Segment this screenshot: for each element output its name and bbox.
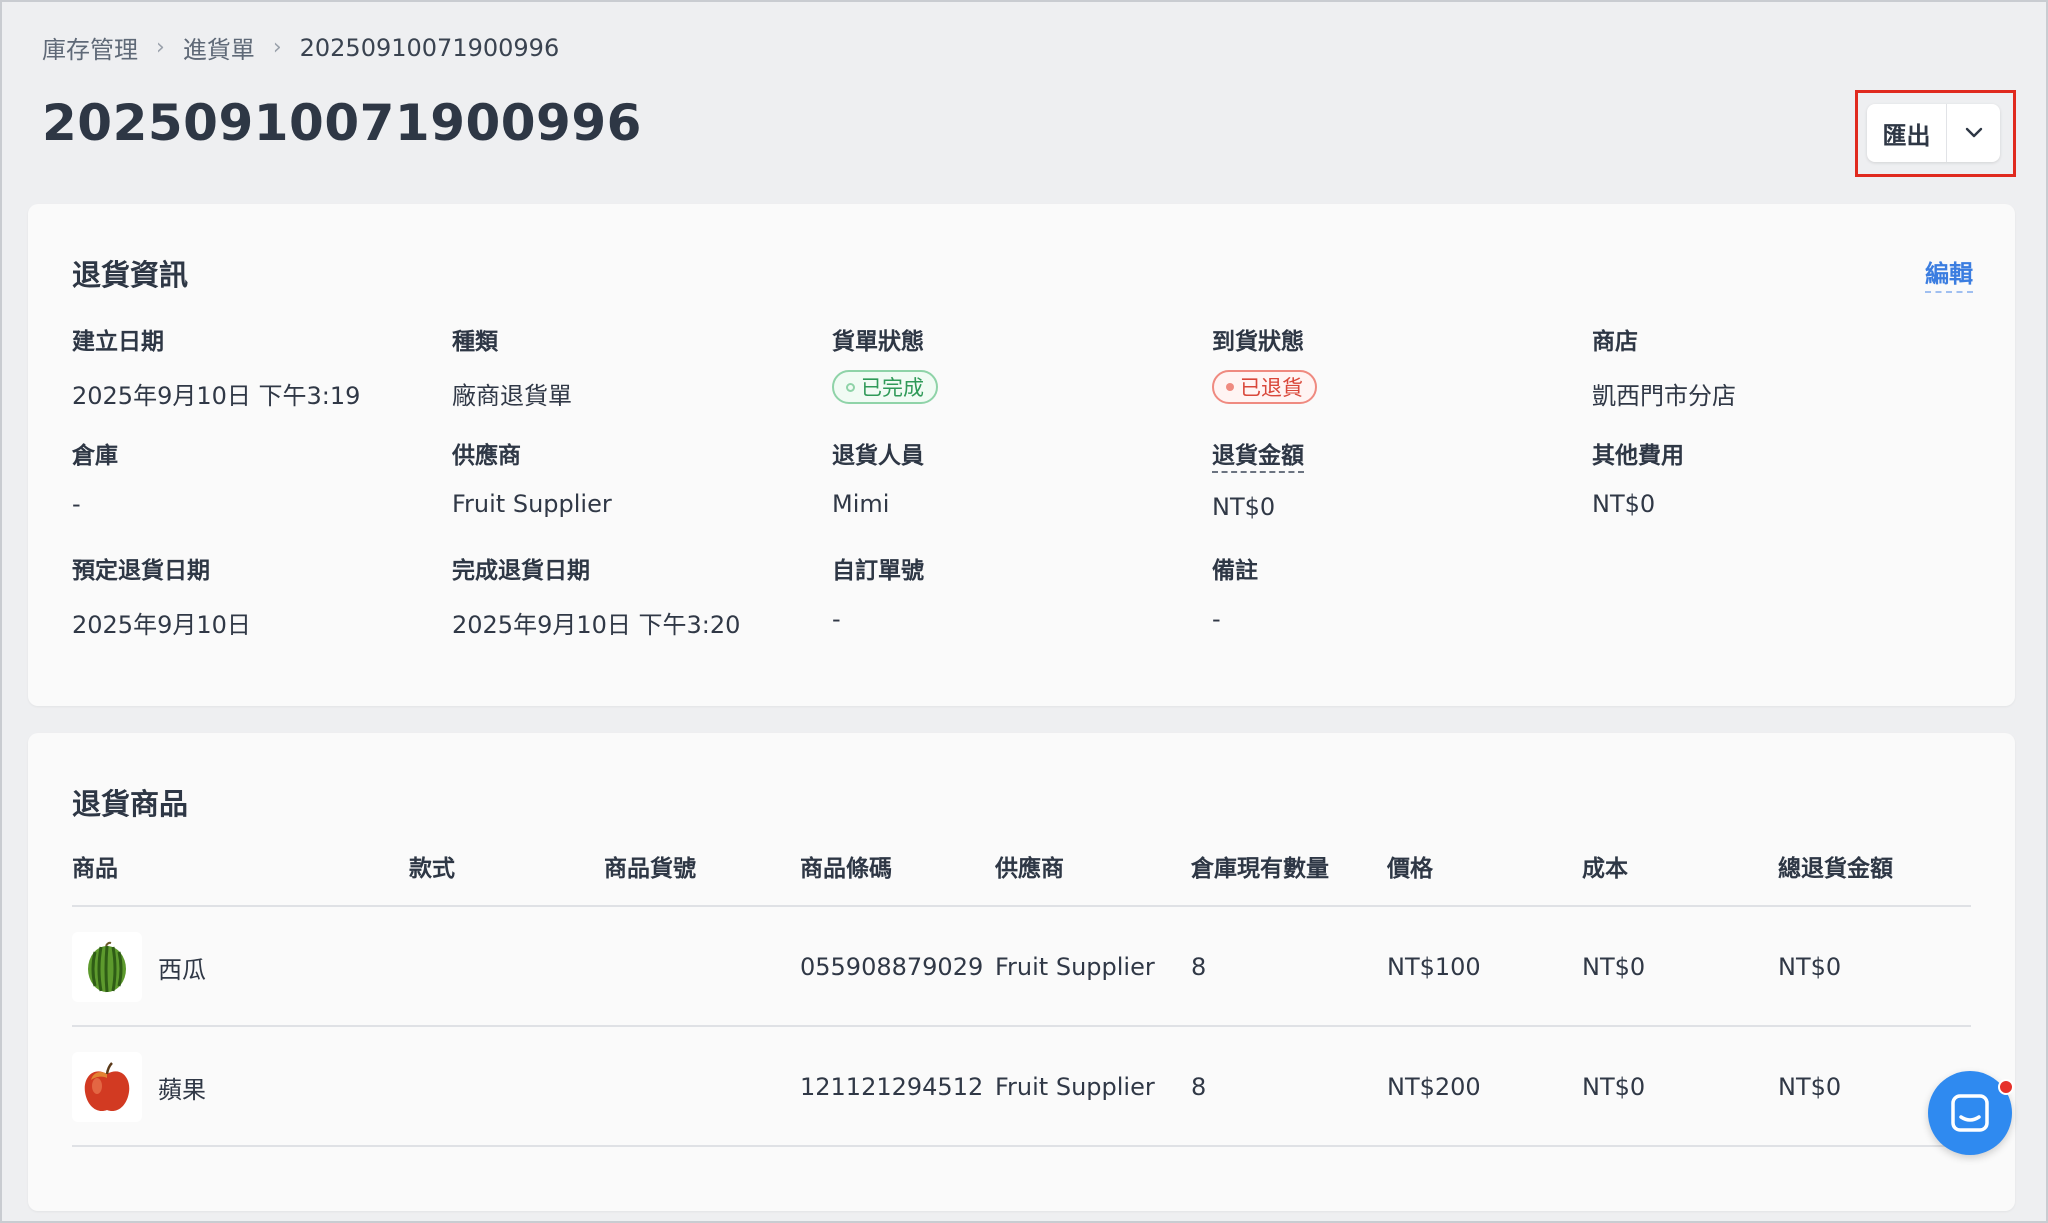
field-label: 其他費用 [1592,443,1684,469]
field-return-amount: 退貨金額 NT$0 [1212,436,1552,521]
column-header-total: 總退貨金額 [1778,856,1893,882]
field-value: 廠商退貨單 [452,382,572,410]
field-label: 建立日期 [72,329,164,355]
field-label: 倉庫 [72,443,118,469]
export-dropdown-toggle[interactable] [1947,104,2000,162]
field-return-staff: 退貨人員 Mimi [832,436,1172,518]
export-button[interactable]: 匯出 [1867,104,1947,162]
return-items-title: 退貨商品 [72,787,189,821]
column-header-price: 價格 [1387,856,1433,882]
return-info-title: 退貨資訊 [72,258,189,292]
field-other-fees: 其他費用 NT$0 [1592,436,1932,518]
apple-icon [72,1052,142,1122]
field-value: NT$0 [1592,490,1656,518]
field-label: 供應商 [452,443,521,469]
app-window: 庫存管理 › 進貨單 › 20250910071900996 202509100… [0,0,2048,1223]
field-value: 2025年9月10日 下午3:19 [72,382,361,410]
field-value: - [832,605,841,633]
field-value: - [72,490,81,518]
breadcrumb: 庫存管理 › 進貨單 › 20250910071900996 [42,30,559,65]
supplier-cell: Fruit Supplier [995,1073,1155,1101]
field-supplier: 供應商 Fruit Supplier [452,436,792,518]
field-order-status: 貨單狀態 已完成 [832,322,1172,404]
table-row[interactable]: 蘋果 121121294512 Fruit Supplier 8 NT$200 … [72,1027,1971,1147]
field-custom-order-no: 自訂單號 - [832,551,1172,633]
field-arrival-status: 到貨狀態 已退貨 [1212,322,1552,404]
supplier-cell: Fruit Supplier [995,953,1155,981]
field-label-tooltip[interactable]: 退貨金額 [1212,436,1304,473]
column-header-variant: 款式 [409,856,455,882]
field-label: 完成退貨日期 [452,558,590,584]
stock-cell: 8 [1191,953,1207,981]
field-value: Mimi [832,490,890,518]
product-name[interactable]: 西瓜 [158,950,206,985]
product-cell: 蘋果 [72,1027,206,1147]
column-header-product: 商品 [72,856,118,882]
total-cell: NT$0 [1778,1073,1842,1101]
field-label: 備註 [1212,558,1258,584]
price-cell: NT$100 [1387,953,1481,981]
chat-icon [1951,1094,1989,1132]
column-header-stock: 倉庫現有數量 [1191,856,1329,882]
field-value: 2025年9月10日 下午3:20 [452,611,741,639]
breadcrumb-purchase-order-link[interactable]: 進貨單 [183,30,255,65]
cost-cell: NT$0 [1582,953,1646,981]
column-header-barcode: 商品條碼 [800,856,892,882]
field-label: 種類 [452,329,498,355]
status-badge-label: 已退貨 [1240,376,1303,400]
table-row[interactable]: 西瓜 055908879029 Fruit Supplier 8 NT$100 … [72,907,1971,1027]
field-label: 貨單狀態 [832,329,924,355]
field-store: 商店 凱西門市分店 [1592,322,1932,411]
column-header-sku: 商品貨號 [604,856,696,882]
status-dot-icon [846,382,855,392]
field-value: Fruit Supplier [452,490,612,518]
return-items-table: 商品 款式 商品貨號 商品條碼 供應商 倉庫現有數量 價格 成本 總退貨金額 西… [72,849,1971,1147]
price-cell: NT$200 [1387,1073,1481,1101]
product-name[interactable]: 蘋果 [158,1070,206,1105]
status-badge-returned: 已退貨 [1212,370,1317,404]
status-badge-completed: 已完成 [832,370,938,404]
field-label: 預定退貨日期 [72,558,210,584]
field-notes: 備註 - [1212,551,1552,633]
notification-dot [1998,1079,2014,1095]
field-completed-return-date: 完成退貨日期 2025年9月10日 下午3:20 [452,551,792,640]
field-label: 到貨狀態 [1212,329,1304,355]
edit-link[interactable]: 編輯 [1925,254,1973,293]
field-label: 商店 [1592,329,1638,355]
table-header: 商品 款式 商品貨號 商品條碼 供應商 倉庫現有數量 價格 成本 總退貨金額 [72,849,1971,907]
status-badge-label: 已完成 [861,376,924,400]
field-value: NT$0 [1212,493,1276,521]
export-button-group: 匯出 [1867,104,2000,162]
watermelon-icon [72,932,142,1002]
field-value: - [1212,605,1221,633]
cost-cell: NT$0 [1582,1073,1646,1101]
field-value: 凱西門市分店 [1592,382,1736,410]
field-created-date: 建立日期 2025年9月10日 下午3:19 [72,322,412,411]
field-label: 退貨人員 [832,443,924,469]
column-header-cost: 成本 [1582,856,1628,882]
column-header-supplier: 供應商 [995,856,1064,882]
status-dot-icon [1226,383,1234,391]
barcode-cell: 121121294512 [800,1073,984,1101]
field-warehouse: 倉庫 - [72,436,412,518]
page-title: 20250910071900996 [42,94,642,152]
barcode-cell: 055908879029 [800,953,984,981]
product-cell: 西瓜 [72,907,206,1027]
return-items-card: 退貨商品 商品 款式 商品貨號 商品條碼 供應商 倉庫現有數量 價格 成本 總退… [28,733,2015,1211]
field-value: 2025年9月10日 [72,611,251,639]
chevron-down-icon [1965,127,1982,138]
field-scheduled-return-date: 預定退貨日期 2025年9月10日 [72,551,412,640]
breadcrumb-current: 20250910071900996 [299,33,560,62]
chevron-right-icon: › [272,35,282,60]
chevron-right-icon: › [156,35,165,60]
field-type: 種類 廠商退貨單 [452,322,792,411]
stock-cell: 8 [1191,1073,1207,1101]
breadcrumb-inventory-link[interactable]: 庫存管理 [42,30,138,65]
total-cell: NT$0 [1778,953,1842,981]
return-info-card: 退貨資訊 編輯 建立日期 2025年9月10日 下午3:19 種類 廠商退貨單 … [28,204,2015,706]
field-label: 自訂單號 [832,558,924,584]
